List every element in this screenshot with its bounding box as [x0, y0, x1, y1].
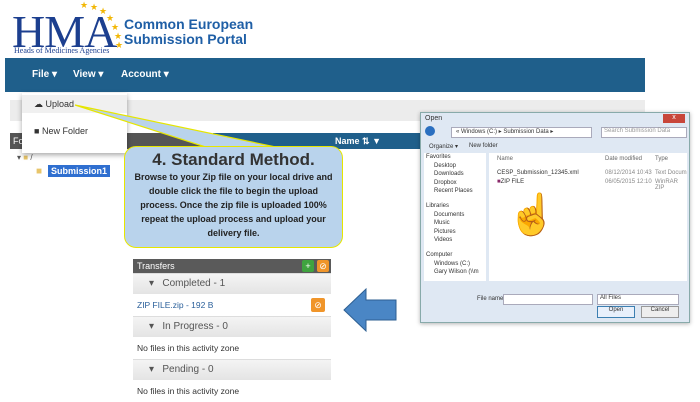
- hand-cursor-icon: ☝: [507, 193, 557, 237]
- back-icon[interactable]: [425, 126, 435, 136]
- empty-message: No files in this activity zone: [137, 343, 240, 353]
- nav-pane-item[interactable]: Downloads: [424, 170, 486, 179]
- nav-pane-item[interactable]: Favorites: [424, 153, 486, 162]
- empty-message: No files in this activity zone: [137, 386, 240, 396]
- nav-pane-item[interactable]: Gary Wilson (\\m: [424, 268, 486, 277]
- col-type[interactable]: Type: [655, 156, 668, 162]
- arrow-left-icon: [343, 287, 397, 333]
- file-list: Name Date modified Type CESP_Submission_…: [489, 153, 687, 281]
- nav-pane-item[interactable]: Dropbox: [424, 179, 486, 188]
- file-row[interactable]: CESP_Submission_12345.xml: [497, 170, 579, 176]
- file-date: 08/12/2014 10:43: [605, 170, 652, 176]
- nav-pane-item[interactable]: Pictures: [424, 228, 486, 237]
- file-row-zip[interactable]: ■ZIP FILE: [497, 179, 524, 185]
- section-in-progress[interactable]: ▾ In Progress - 0: [133, 316, 331, 337]
- nav-pane: Favorites Desktop Downloads Dropbox Recent P…: [424, 153, 486, 281]
- col-name[interactable]: Name: [497, 156, 513, 162]
- section-pending[interactable]: ▾ Pending - 0: [133, 359, 331, 380]
- nav-pane-item[interactable]: Computer: [424, 251, 486, 260]
- transfer-file-row[interactable]: ZIP FILE.zip - 192 B ⊘: [133, 294, 331, 316]
- dialog-title: Open: [425, 115, 443, 122]
- close-button[interactable]: x: [663, 114, 685, 123]
- nav-pane-item[interactable]: Music: [424, 219, 486, 228]
- nav-pane-item[interactable]: Windows (C:): [424, 260, 486, 269]
- transfers-panel: Transfers + ⊘ ▾ Completed - 1 ZIP FILE.z…: [133, 259, 331, 401]
- file-type: WinRAR ZIP: [655, 179, 679, 191]
- transfers-header: Transfers + ⊘: [133, 259, 331, 273]
- address-bar[interactable]: « Windows (C:) ▸ Submission Data ▸: [451, 127, 592, 138]
- file-type-select[interactable]: All Files: [597, 294, 679, 305]
- cancel-all-icon[interactable]: ⊘: [317, 260, 329, 272]
- add-icon[interactable]: +: [302, 260, 314, 272]
- nav-pane-item[interactable]: Libraries: [424, 202, 486, 211]
- open-file-dialog: Open x « Windows (C:) ▸ Submission Data …: [420, 112, 690, 323]
- open-button[interactable]: Open: [597, 306, 635, 318]
- search-input[interactable]: Search Submission Data: [601, 127, 687, 138]
- nav-pane-item[interactable]: Documents: [424, 211, 486, 220]
- file-name-input[interactable]: [503, 294, 593, 305]
- organize-button[interactable]: Organize ▾: [429, 143, 458, 150]
- file-date: 06/05/2015 12:10: [605, 179, 652, 185]
- new-folder-button[interactable]: New folder: [469, 143, 498, 149]
- nav-pane-item[interactable]: Videos: [424, 236, 486, 245]
- callout-body: Browse to your Zip file on your local dr…: [134, 172, 333, 238]
- file-type: Text Docum: [655, 170, 687, 176]
- callout-title: 4. Standard Method.: [152, 150, 315, 169]
- nav-pane-item[interactable]: Desktop: [424, 162, 486, 171]
- cancel-button[interactable]: Cancel: [641, 306, 679, 318]
- instruction-callout: 4. Standard Method. Browse to your Zip f…: [124, 146, 343, 248]
- cancel-transfer-icon[interactable]: ⊘: [311, 298, 325, 312]
- nav-pane-item[interactable]: Recent Places: [424, 187, 486, 196]
- section-completed[interactable]: ▾ Completed - 1: [133, 273, 331, 294]
- file-name-label: File name:: [477, 296, 506, 302]
- col-date[interactable]: Date modified: [605, 156, 642, 162]
